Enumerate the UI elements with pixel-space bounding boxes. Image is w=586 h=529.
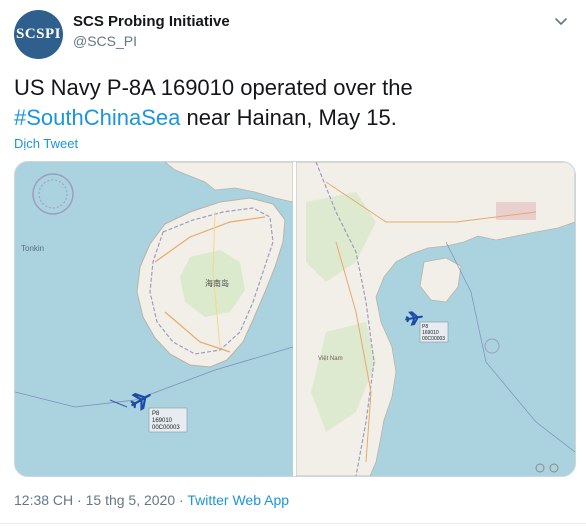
meta-separator: · — [175, 492, 188, 508]
tweet-text-part: US Navy P-8A 169010 operated over the — [14, 75, 413, 100]
divider — [0, 523, 586, 524]
tonkin-label: Tonkin — [21, 244, 44, 253]
region-label: Việt Nam — [318, 356, 343, 362]
aircraft-tag-line: 00C00003 — [152, 425, 180, 431]
avatar[interactable]: SCSPI — [14, 10, 63, 59]
avatar-text: SCSPI — [15, 26, 62, 42]
meta-separator: · — [73, 492, 86, 508]
right-map-image[interactable]: P8 169010 00C00003 Việt Nam — [296, 162, 575, 476]
tweet-time[interactable]: 12:38 CH — [14, 492, 73, 508]
aircraft-tag-line: 00C00003 — [422, 336, 445, 342]
aircraft-tag-line: P8 — [152, 411, 160, 417]
tweet-date[interactable]: 15 thg 5, 2020 — [86, 492, 176, 508]
island-label: 海南岛 — [205, 278, 229, 288]
chevron-down-icon[interactable] — [552, 12, 570, 30]
hashtag-link[interactable]: #SouthChinaSea — [14, 105, 180, 130]
translate-tweet-link[interactable]: Dịch Tweet — [14, 136, 78, 151]
user-handle[interactable]: @SCS_PI — [73, 33, 137, 49]
aircraft-tag-line: 169010 — [152, 418, 173, 424]
tweet-text-part: near Hainan, May 15. — [180, 105, 397, 130]
left-map-image[interactable]: Tonkin 海南岛 P8 169010 00C00003 — [15, 162, 293, 476]
tweet-metadata: 12:38 CH · 15 thg 5, 2020 · Twitter Web … — [14, 492, 289, 508]
display-name[interactable]: SCS Probing Initiative — [73, 13, 230, 30]
tweet-text: US Navy P-8A 169010 operated over the #S… — [14, 73, 574, 133]
tweet-media[interactable]: Tonkin 海南岛 P8 169010 00C00003 P8 169010 … — [14, 161, 576, 477]
tweet-source-link[interactable]: Twitter Web App — [187, 492, 289, 508]
